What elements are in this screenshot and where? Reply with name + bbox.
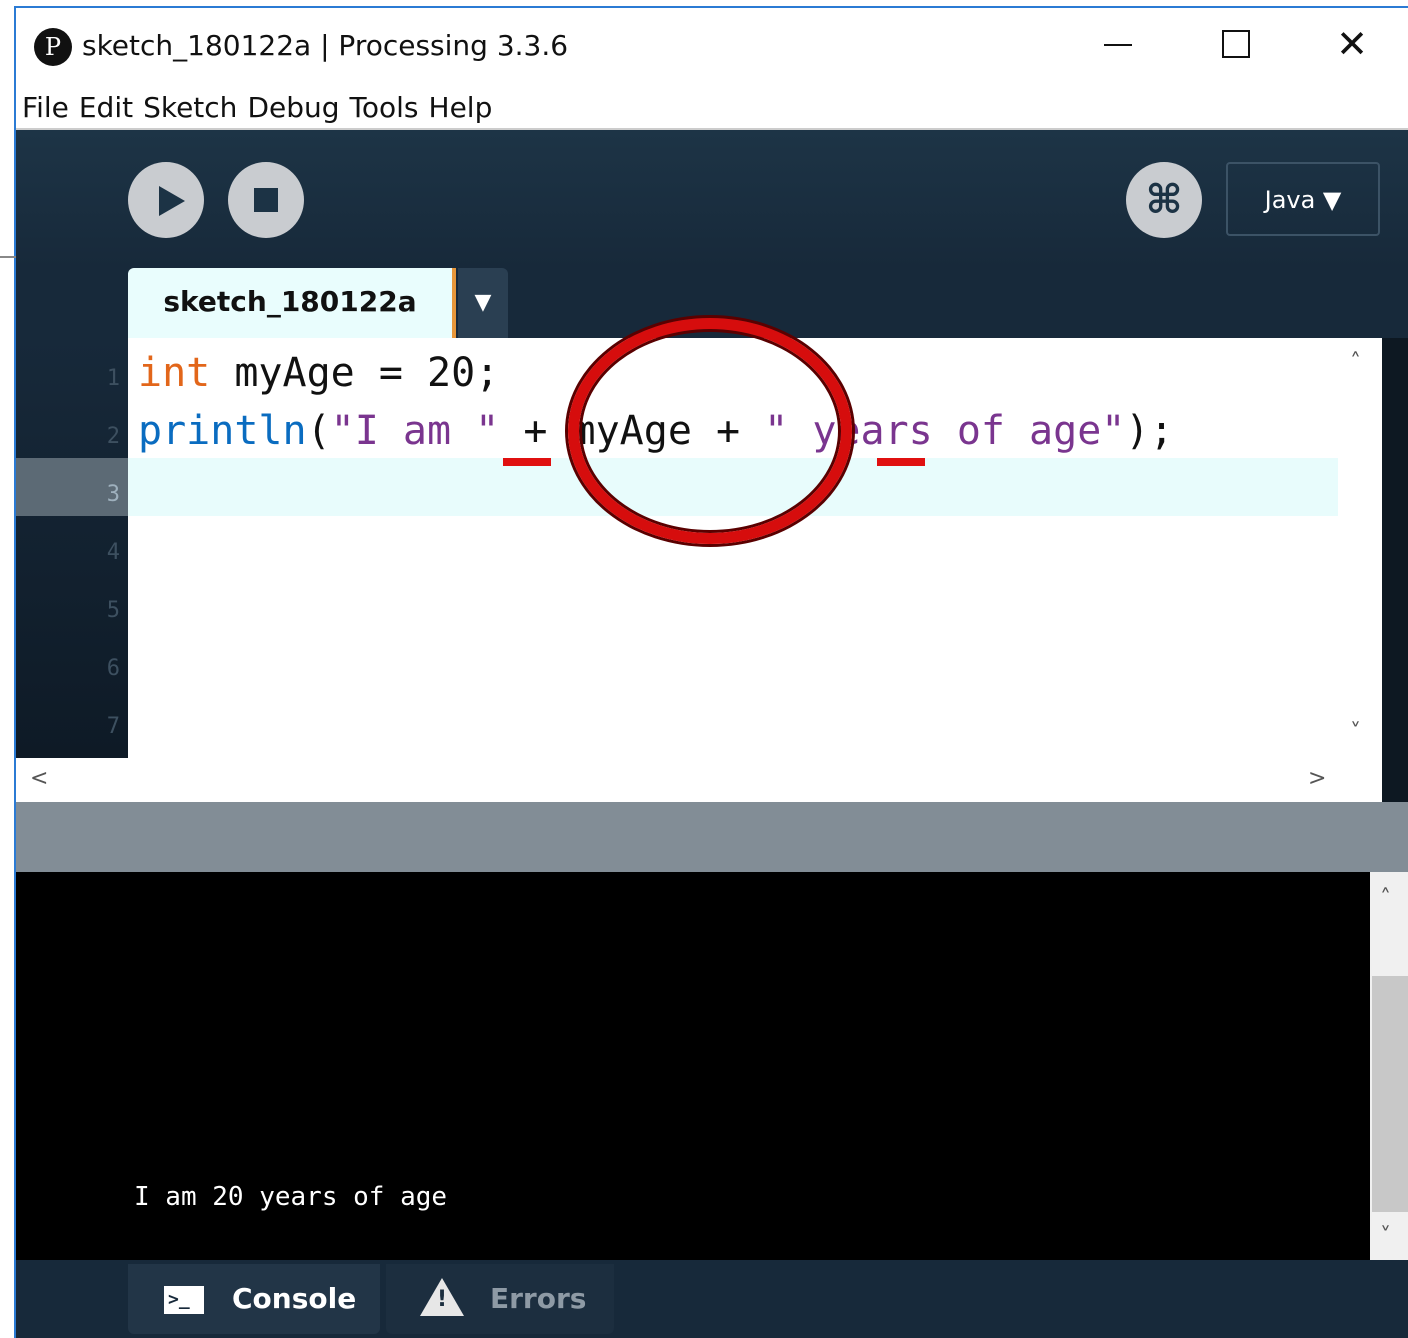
maximize-button[interactable] bbox=[1204, 20, 1264, 70]
scroll-up-arrow-icon[interactable]: ˄ bbox=[1350, 350, 1361, 375]
warning-icon bbox=[420, 1278, 464, 1316]
editor-vertical-scrollbar[interactable]: ˄ ˅ bbox=[1338, 338, 1382, 758]
menu-bar: File Edit Sketch Debug Tools Help bbox=[16, 86, 1408, 130]
errors-tab-label: Errors bbox=[490, 1282, 587, 1315]
errors-tab[interactable]: Errors bbox=[386, 1264, 614, 1334]
menu-tools[interactable]: Tools bbox=[350, 86, 419, 128]
window-title: sketch_180122a | Processing 3.3.6 bbox=[82, 29, 569, 62]
processing-app-icon: P bbox=[34, 28, 72, 66]
menu-sketch[interactable]: Sketch bbox=[143, 86, 237, 128]
line-number: 6 bbox=[106, 656, 120, 681]
code-token: myAge = 20; bbox=[210, 350, 500, 396]
line-number: 5 bbox=[106, 598, 120, 623]
background-line bbox=[0, 256, 16, 258]
keyword-token: int bbox=[138, 350, 211, 396]
console-icon: >_ bbox=[164, 1286, 204, 1314]
minimize-button[interactable] bbox=[1088, 20, 1148, 70]
editor-horizontal-scrollbar[interactable]: < > bbox=[16, 758, 1382, 802]
function-token: println bbox=[138, 408, 307, 454]
line-number: 1 bbox=[106, 366, 120, 391]
console-output: I am 20 years of age bbox=[134, 1182, 448, 1212]
space-underline-annotation bbox=[877, 458, 925, 466]
space-underline-annotation bbox=[503, 458, 551, 466]
scroll-down-arrow-icon[interactable]: ˅ bbox=[1350, 720, 1361, 745]
code-token: ); bbox=[1125, 408, 1174, 454]
scroll-down-arrow-icon[interactable]: ˅ bbox=[1380, 1224, 1391, 1249]
scroll-left-arrow-icon[interactable]: < bbox=[30, 766, 48, 791]
menu-edit[interactable]: Edit bbox=[79, 86, 133, 128]
tab-sketch[interactable]: sketch_180122a bbox=[128, 268, 456, 338]
mode-selector[interactable]: Java ▼ bbox=[1226, 162, 1380, 236]
code-line-1: int myAge = 20; bbox=[138, 344, 499, 402]
line-number: 3 bbox=[106, 482, 120, 507]
debugger-icon[interactable]: ⌘ bbox=[1126, 162, 1202, 238]
run-button[interactable] bbox=[128, 162, 204, 238]
console-tab[interactable]: >_ Console bbox=[128, 1264, 380, 1334]
console-tab-label: Console bbox=[232, 1282, 357, 1315]
line-number: 7 bbox=[106, 714, 120, 739]
line-number: 2 bbox=[106, 424, 120, 449]
menu-file[interactable]: File bbox=[22, 86, 69, 128]
console-scrollbar-thumb[interactable] bbox=[1372, 976, 1408, 1212]
tab-menu-button[interactable]: ▼ bbox=[458, 268, 508, 338]
scroll-right-arrow-icon[interactable]: > bbox=[1308, 766, 1326, 791]
stop-button[interactable] bbox=[228, 162, 304, 238]
close-button[interactable]: ✕ bbox=[1322, 20, 1382, 70]
menu-debug[interactable]: Debug bbox=[247, 86, 339, 128]
panel-divider[interactable] bbox=[16, 802, 1408, 872]
highlight-circle-annotation bbox=[568, 318, 852, 544]
editor-edge bbox=[1382, 338, 1408, 802]
line-number: 4 bbox=[106, 540, 120, 565]
scroll-up-arrow-icon[interactable]: ˄ bbox=[1380, 886, 1391, 911]
code-token: ( bbox=[306, 408, 331, 454]
menu-help[interactable]: Help bbox=[429, 86, 493, 128]
string-token: "I am " bbox=[330, 408, 500, 454]
